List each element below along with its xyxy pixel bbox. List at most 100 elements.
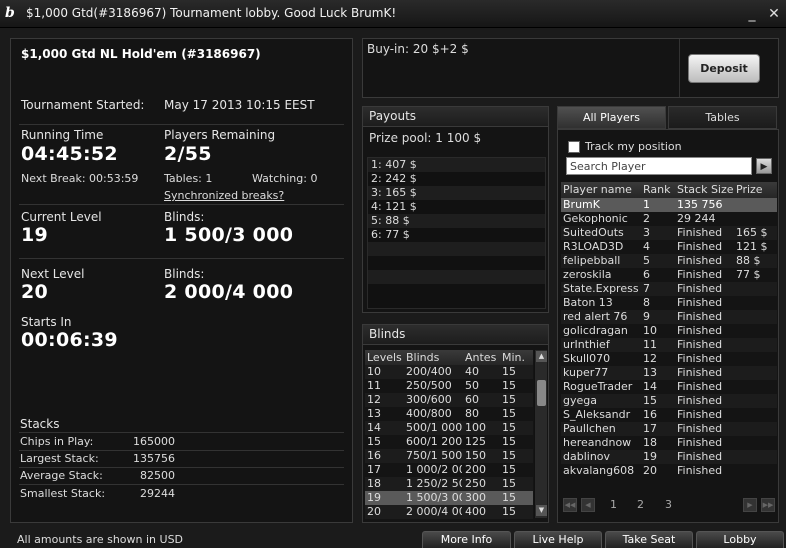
- last-page-icon[interactable]: ▶▶: [761, 498, 775, 512]
- blinds-cell-blinds: 750/1 500: [406, 449, 462, 462]
- blinds-cell-minutes: 15: [502, 435, 516, 448]
- player-row[interactable]: golicdragan 10 Finished: [561, 324, 777, 338]
- player-row[interactable]: S_Aleksandr 16 Finished: [561, 408, 777, 422]
- blinds-row[interactable]: 15 600/1 200 125 15: [365, 435, 533, 449]
- player-row[interactable]: zeroskila 6 Finished 77 $: [561, 268, 777, 282]
- tab-tables[interactable]: Tables: [668, 106, 777, 129]
- blinds-cell-antes: 100: [465, 421, 486, 434]
- blinds-scrollbar[interactable]: ▲ ▼: [534, 350, 547, 518]
- scroll-thumb[interactable]: [537, 380, 546, 406]
- started-value: May 17 2013 10:15 EEST: [164, 98, 315, 112]
- take-seat-button[interactable]: Take Seat: [605, 531, 693, 548]
- blinds-row[interactable]: 18 1 250/2 500250 15: [365, 477, 533, 491]
- deposit-button[interactable]: Deposit: [688, 54, 760, 83]
- players-table: Player name Rank Stack Size Prize BrumK 1…: [561, 182, 777, 478]
- blinds-row[interactable]: 13 400/800 80 15: [365, 407, 533, 421]
- close-button[interactable]: ✕: [765, 5, 783, 23]
- player-row[interactable]: BrumK 1 135 756: [561, 198, 777, 212]
- player-row[interactable]: Paullchen 17 Finished: [561, 422, 777, 436]
- blinds-cell-level: 16: [367, 449, 381, 462]
- player-row[interactable]: RogueTrader 14 Finished: [561, 380, 777, 394]
- blinds-row[interactable]: 12 300/600 60 15: [365, 393, 533, 407]
- payouts-title: Payouts: [363, 107, 548, 127]
- divider: [19, 258, 344, 259]
- col-rank[interactable]: Rank: [643, 182, 673, 198]
- more-info-button[interactable]: More Info: [422, 531, 511, 548]
- player-cell-rank: 18: [643, 436, 657, 449]
- payout-row: 5: 88 $: [368, 214, 545, 228]
- track-position-checkbox[interactable]: [568, 141, 580, 153]
- search-player-input[interactable]: [566, 157, 752, 175]
- player-row[interactable]: State.Express 7 Finished: [561, 282, 777, 296]
- player-row[interactable]: hereandnow 18 Finished: [561, 436, 777, 450]
- col-prize[interactable]: Prize: [736, 182, 776, 198]
- page-3[interactable]: 3: [665, 498, 672, 511]
- player-cell-player-name: felipebball: [563, 254, 621, 267]
- player-cell-player-name: gyega: [563, 394, 597, 407]
- player-row[interactable]: urInthief 11 Finished: [561, 338, 777, 352]
- col-blinds[interactable]: Blinds: [406, 350, 462, 365]
- player-row[interactable]: akvalang608 20 Finished: [561, 464, 777, 478]
- player-row[interactable]: Skull070 12 Finished: [561, 352, 777, 366]
- player-cell-rank: 14: [643, 380, 657, 393]
- col-stack-size[interactable]: Stack Size: [677, 182, 735, 198]
- col-levels[interactable]: Levels: [367, 350, 403, 365]
- current-blinds-label: Blinds:: [164, 210, 205, 224]
- next-page-icon[interactable]: ▶: [743, 498, 757, 512]
- blinds-row[interactable]: 20 2 000/4 000400 15: [365, 505, 533, 519]
- player-row[interactable]: felipebball 5 Finished 88 $: [561, 254, 777, 268]
- blinds-row[interactable]: 14 500/1 000 100 15: [365, 421, 533, 435]
- col-player-name[interactable]: Player name: [563, 182, 639, 198]
- player-cell-stack-size: Finished: [677, 352, 723, 365]
- player-cell-player-name: SuitedOuts: [563, 226, 624, 239]
- player-row[interactable]: Baton 13 8 Finished: [561, 296, 777, 310]
- player-cell-player-name: R3LOAD3D: [563, 240, 624, 253]
- player-row[interactable]: Gekophonic 2 29 244: [561, 212, 777, 226]
- prev-page-icon[interactable]: ◀: [581, 498, 595, 512]
- player-cell-stack-size: Finished: [677, 380, 723, 393]
- scroll-down-icon[interactable]: ▼: [536, 505, 547, 516]
- chips-in-play-value: 165000: [133, 435, 175, 448]
- player-cell-player-name: golicdragan: [563, 324, 628, 337]
- scroll-up-icon[interactable]: ▲: [536, 351, 547, 362]
- blinds-row[interactable]: 17 1 000/2 000200 15: [365, 463, 533, 477]
- player-row[interactable]: red alert 76 9 Finished: [561, 310, 777, 324]
- player-cell-rank: 5: [643, 254, 650, 267]
- player-row[interactable]: dablinov 19 Finished: [561, 450, 777, 464]
- running-time-value: 04:45:52: [21, 143, 118, 165]
- player-cell-rank: 10: [643, 324, 657, 337]
- col-min[interactable]: Min.: [502, 350, 532, 365]
- search-go-icon[interactable]: ▶: [756, 158, 772, 174]
- blinds-row[interactable]: 16 750/1 500 150 15: [365, 449, 533, 463]
- player-cell-rank: 7: [643, 282, 650, 295]
- player-cell-stack-size: Finished: [677, 464, 723, 477]
- player-row[interactable]: kuper77 13 Finished: [561, 366, 777, 380]
- page-2[interactable]: 2: [637, 498, 644, 511]
- lobby-button[interactable]: Lobby: [696, 531, 784, 548]
- blinds-row[interactable]: 19 1 500/3 000300 15: [365, 491, 533, 505]
- smallest-stack-label: Smallest Stack:: [20, 487, 106, 500]
- blinds-table-header: Levels Blinds Antes Min.: [365, 350, 533, 365]
- col-antes[interactable]: Antes: [465, 350, 499, 365]
- page-1[interactable]: 1: [610, 498, 617, 511]
- minimize-button[interactable]: _: [743, 5, 761, 23]
- live-help-button[interactable]: Live Help: [514, 531, 602, 548]
- player-row[interactable]: R3LOAD3D 4 Finished 121 $: [561, 240, 777, 254]
- player-row[interactable]: gyega 15 Finished: [561, 394, 777, 408]
- player-cell-stack-size: Finished: [677, 268, 723, 281]
- window-title: $1,000 Gtd(#3186967) Tournament lobby. G…: [26, 6, 397, 20]
- blinds-table: Levels Blinds Antes Min. 10 200/400 40 15 11…: [365, 350, 533, 519]
- player-cell-player-name: zeroskila: [563, 268, 612, 281]
- synchronized-breaks-link[interactable]: Synchronized breaks?: [164, 189, 284, 202]
- blinds-row[interactable]: 10 200/400 40 15: [365, 365, 533, 379]
- blinds-cell-minutes: 15: [502, 393, 516, 406]
- player-row[interactable]: SuitedOuts 3 Finished 165 $: [561, 226, 777, 240]
- blinds-cell-blinds: 200/400: [406, 365, 452, 378]
- tab-all-players[interactable]: All Players: [557, 106, 666, 129]
- blinds-cell-minutes: 15: [502, 491, 516, 504]
- player-cell-player-name: State.Express: [563, 282, 639, 295]
- player-cell-stack-size: Finished: [677, 296, 723, 309]
- player-cell-player-name: urInthief: [563, 338, 610, 351]
- first-page-icon[interactable]: ◀◀: [563, 498, 577, 512]
- blinds-row[interactable]: 11 250/500 50 15: [365, 379, 533, 393]
